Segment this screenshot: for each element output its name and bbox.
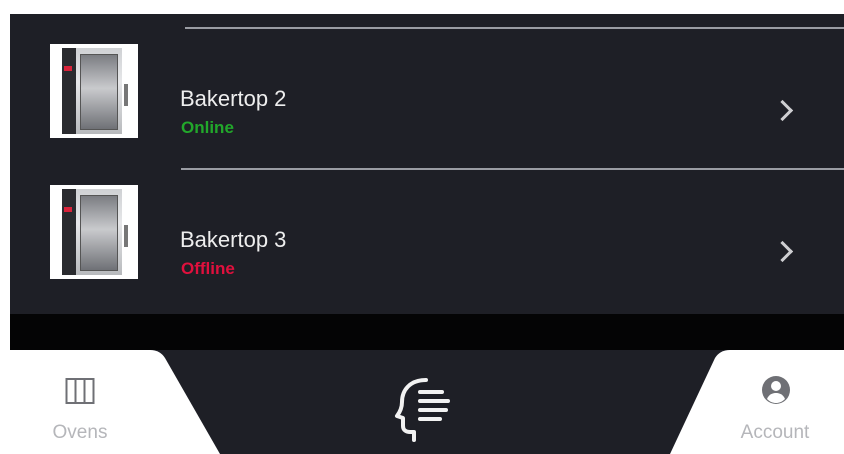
oven-thumbnail-image [50, 44, 138, 138]
oven-glass [80, 54, 118, 130]
oven-row-bakertop-2[interactable]: Bakertop 2 Online [10, 30, 844, 170]
list-divider [181, 168, 844, 170]
oven-glass [80, 195, 118, 271]
oven-display-led [64, 207, 72, 212]
ovens-columns-icon [65, 378, 95, 404]
voice-assistant-button[interactable] [388, 370, 464, 450]
oven-thumbnail-image [50, 185, 138, 279]
list-divider [185, 27, 844, 29]
nav-tab-account[interactable]: Account [716, 350, 834, 454]
oven-control-panel [62, 48, 76, 134]
oven-status-offline: Offline [181, 259, 235, 278]
nav-tab-account-label: Account [740, 422, 810, 443]
oven-display-led [64, 66, 72, 71]
nav-tab-ovens-label: Ovens [52, 422, 108, 443]
chevron-right-icon[interactable] [771, 99, 794, 122]
oven-row-bakertop-3[interactable]: Bakertop 3 Offline [10, 171, 844, 311]
nav-tab-ovens[interactable]: Ovens [20, 350, 140, 454]
oven-list-screen: Bakertop 2 Online Bakertop 3 Offline Ove… [10, 14, 844, 454]
voice-assistant-head-icon [395, 378, 450, 442]
oven-status-online: Online [181, 118, 234, 137]
chevron-right-icon[interactable] [771, 240, 794, 263]
oven-handle [124, 225, 128, 247]
oven-name: Bakertop 3 [180, 227, 287, 252]
oven-name: Bakertop 2 [180, 86, 287, 111]
oven-control-panel [62, 189, 76, 275]
account-person-icon [762, 376, 790, 404]
oven-handle [124, 84, 128, 106]
content-bottom-edge [10, 314, 844, 350]
bottom-navigation-bar: Ovens Account [10, 350, 844, 454]
